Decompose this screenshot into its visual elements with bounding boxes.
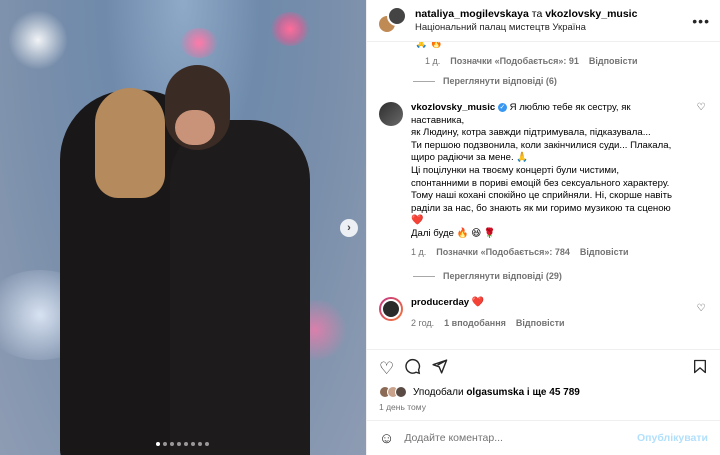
comment-line: спонтанними в пориві емоцій без сексуаль… (411, 177, 670, 189)
comment-likes[interactable]: 1 вподобання (444, 317, 506, 330)
avatar[interactable] (387, 5, 407, 26)
post-authors: nataliya_mogilevskaya та vkozlovsky_musi… (415, 7, 692, 35)
comment-line: Ці поцілунки на твоєму концерті були чис… (411, 164, 620, 176)
carousel-dot (170, 442, 174, 446)
comment-line: Ти першою подзвонила, коли закінчилися с… (411, 139, 672, 151)
post-photo[interactable]: › (0, 0, 366, 455)
comment-input[interactable] (404, 432, 637, 444)
post-modal: › nataliya_mogilevskaya та vkozlovsky_mu (0, 0, 720, 455)
carousel-dot (177, 442, 181, 446)
author-conjunction: та (531, 7, 543, 20)
chevron-right-icon: › (347, 222, 351, 234)
comment-item: producerday ❤️ 2 год. 1 вподобання Відпо… (379, 297, 708, 329)
comment-body: vkozlovsky_music ✓ Я люблю тебе як сестр… (411, 102, 686, 258)
bookmark-icon[interactable] (692, 358, 708, 380)
post-side-panel: nataliya_mogilevskaya та vkozlovsky_musi… (366, 0, 720, 455)
author-avatars[interactable] (377, 5, 407, 36)
comment-text: ❤️ (471, 297, 485, 309)
comment-likes[interactable]: Позначки «Подобається»: 91 (450, 56, 579, 66)
performer-left-hair (95, 88, 165, 198)
post-date[interactable]: 1 день тому (379, 402, 708, 412)
reply-button[interactable]: Відповісти (589, 56, 638, 66)
heart-icon[interactable]: ♡ (694, 303, 708, 314)
view-replies-button[interactable]: Переглянути відповіді (29) (413, 271, 708, 281)
heart-icon[interactable]: ♡ (694, 102, 708, 258)
liked-by: Уподобали olgasumska і ще 45 789 (379, 386, 708, 398)
comment-line: Далі буде 🔥 😆 🌹 (411, 227, 496, 239)
comment-meta: 1 д. Позначки «Подобається»: 91 Відповіс… (425, 56, 708, 66)
emoji-icon[interactable]: ☺ (379, 430, 394, 447)
liked-by-prefix: Уподобали (413, 386, 464, 398)
more-horizontal-icon[interactable]: ••• (692, 13, 710, 29)
comment-item: vkozlovsky_music ✓ Я люблю тебе як сестр… (379, 102, 708, 258)
replies-divider (413, 80, 435, 82)
post-location[interactable]: Національний палац мистецтв Україна (415, 21, 692, 35)
reply-button[interactable]: Відповісти (516, 317, 565, 330)
stage-light-pink-2 (180, 28, 218, 58)
comment-time: 2 год. (411, 317, 435, 328)
carousel-indicator (156, 442, 209, 446)
publish-button[interactable]: Опублікувати (637, 432, 708, 444)
comment-icon[interactable] (404, 358, 421, 380)
avatar[interactable] (379, 102, 403, 126)
carousel-dot (163, 442, 167, 446)
add-comment-bar: ☺ Опублікувати (367, 420, 720, 455)
comment-body: producerday ❤️ 2 год. 1 вподобання Відпо… (411, 297, 686, 329)
replies-divider (413, 275, 435, 277)
view-replies-label: Переглянути відповіді (6) (443, 76, 557, 86)
stage-light-pink (270, 12, 310, 46)
comment-username[interactable]: vkozlovsky_music (411, 102, 495, 113)
comments-list[interactable]: 🙏 🔥 1 д. Позначки «Подобається»: 91 Відп… (367, 42, 720, 349)
comment-line: щиро радіючи за мене. 🙏 (411, 152, 529, 164)
stage-light-white (8, 10, 68, 70)
performer-faces (175, 110, 215, 145)
liked-by-count[interactable]: і ще 45 789 (527, 387, 580, 398)
coauthor-username[interactable]: vkozlovsky_music (545, 8, 637, 20)
heart-icon[interactable]: ♡ (379, 359, 394, 379)
comment-time: 1 д. (411, 246, 427, 257)
performer-right (170, 120, 310, 455)
avatar[interactable] (379, 297, 403, 322)
comment-username[interactable]: producerday (411, 297, 469, 308)
verified-icon: ✓ (497, 102, 507, 112)
carousel-dot (198, 442, 202, 446)
post-actions: ♡ Уподобали olgasumska і ще 45 789 1 ден… (367, 349, 720, 412)
liked-by-avatars[interactable] (379, 386, 407, 398)
carousel-dot (156, 442, 160, 446)
carousel-dot (184, 442, 188, 446)
share-icon[interactable] (431, 358, 448, 380)
carousel-dot (205, 442, 209, 446)
comment-time: 1 д. (425, 56, 441, 66)
comment-line: Тому наші кохані спокійно це сприйняли. … (411, 190, 673, 202)
view-replies-button[interactable]: Переглянути відповіді (6) (413, 76, 708, 86)
post-header: nataliya_mogilevskaya та vkozlovsky_musi… (367, 0, 720, 42)
comment-meta: 2 год. 1 вподобання Відповісти (411, 317, 686, 330)
action-icons-row: ♡ (379, 356, 708, 382)
liked-by-user[interactable]: olgasumska (466, 387, 524, 398)
avatar (395, 386, 407, 398)
comment-likes[interactable]: Позначки «Подобається»: 784 (436, 246, 570, 259)
author-username[interactable]: nataliya_mogilevskaya (415, 8, 529, 20)
comment-line: раділи за нас, бо знають як ми горимо му… (411, 202, 671, 214)
reply-button[interactable]: Відповісти (580, 246, 629, 259)
view-replies-label: Переглянути відповіді (29) (443, 271, 562, 282)
partial-comment-text: 🙏 🔥 (415, 42, 443, 49)
carousel-dot (191, 442, 195, 446)
comment-line: як Людину, котра завжди підтримувала, пі… (411, 127, 651, 139)
next-photo-button[interactable]: › (340, 219, 358, 237)
comment-meta: 1 д. Позначки «Подобається»: 784 Відпові… (411, 246, 686, 259)
comment-line: ❤️ (411, 215, 424, 227)
